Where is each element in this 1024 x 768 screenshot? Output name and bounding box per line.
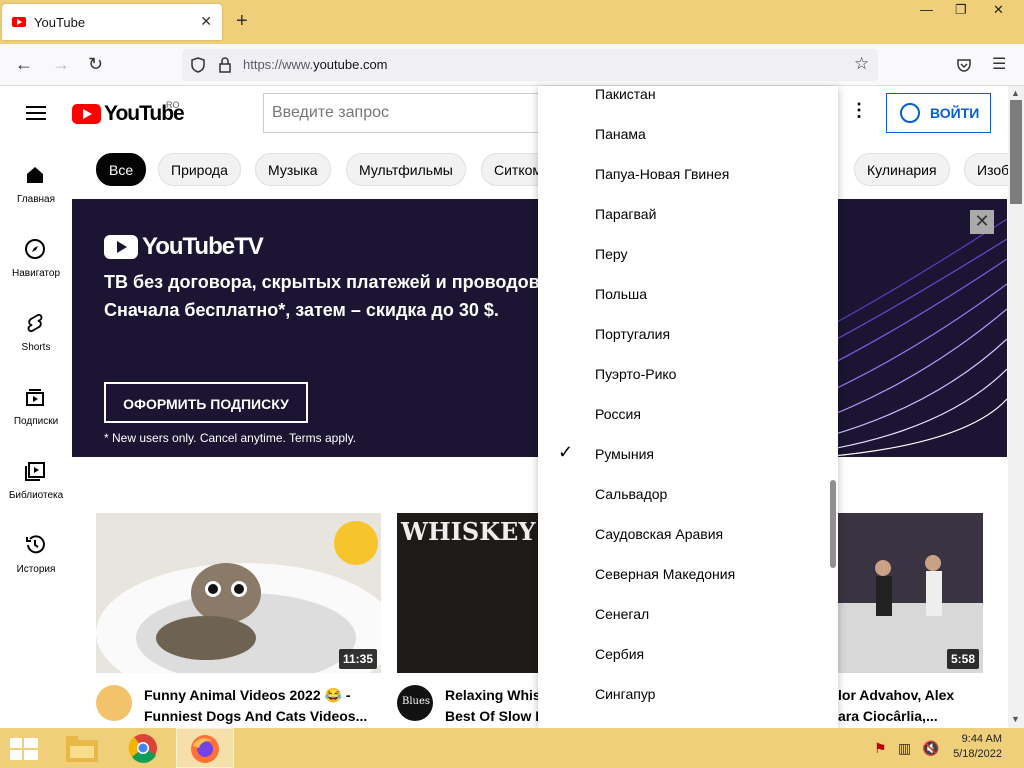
checkmark-icon: ✓ — [558, 442, 574, 462]
thumbnail-title-text: WHISKEY BLUES — [401, 517, 538, 546]
video-title-2-line-2[interactable]: Best Of Slow B — [445, 708, 545, 724]
video-thumbnail-1[interactable]: 11:35 — [96, 513, 381, 673]
firefox-taskbar-button[interactable] — [176, 728, 234, 768]
video-thumbnail-3[interactable]: 5:58 — [838, 513, 983, 673]
channel-avatar-2[interactable]: Blues — [397, 685, 433, 721]
country-option[interactable]: Сингапур — [538, 680, 828, 720]
youtube-tv-play-icon — [104, 235, 138, 259]
lock-icon[interactable] — [218, 57, 232, 73]
scrollbar-thumb[interactable] — [1010, 100, 1022, 204]
chip-nature[interactable]: Природа — [158, 153, 241, 186]
chip-cooking[interactable]: Кулинария — [854, 153, 950, 186]
country-option[interactable]: Перу — [538, 240, 828, 280]
back-arrow-icon[interactable]: ← — [15, 54, 33, 75]
account-circle-icon — [900, 103, 920, 123]
windows-taskbar: ⚑ ▥ 🔇 9:44 AM 5/18/2022 — [0, 728, 1024, 768]
video-duration-1: 11:35 — [338, 649, 377, 669]
sign-in-button[interactable]: ВОЙТИ — [886, 93, 991, 133]
country-option[interactable]: Северная Македония — [538, 560, 828, 600]
home-icon — [27, 167, 43, 183]
country-code: RO — [166, 100, 180, 110]
close-banner-icon[interactable]: ✕ — [970, 210, 994, 234]
chip-music[interactable]: Музыка — [255, 153, 331, 186]
video-title-1-line-2[interactable]: Funniest Dogs And Cats Videos... — [144, 708, 367, 724]
banner-terms: * New users only. Cancel anytime. Terms … — [104, 431, 357, 445]
scroll-up-arrow-icon[interactable]: ▲ — [1011, 88, 1020, 98]
country-option[interactable]: Панама — [538, 120, 828, 160]
browser-nav-bar: ← → ↻ https://www.youtube.com ☆ ☰ — [0, 44, 1024, 86]
system-clock[interactable]: 9:44 AM 5/18/2022 — [952, 733, 1002, 760]
new-tab-button[interactable]: + — [236, 10, 248, 33]
page-scrollbar[interactable]: ▲ ▼ — [1008, 86, 1024, 728]
close-window-button[interactable]: ✕ — [993, 2, 1004, 18]
bookmark-star-icon[interactable]: ☆ — [854, 54, 869, 74]
hamburger-menu-icon[interactable] — [26, 106, 46, 124]
close-tab-icon[interactable]: ✕ — [200, 13, 212, 30]
country-option[interactable]: Пакистан — [538, 86, 828, 120]
url-text: https://www.youtube.com — [243, 57, 388, 72]
shield-icon[interactable] — [190, 57, 206, 73]
search-box[interactable] — [263, 93, 563, 133]
tab-title: YouTube — [34, 15, 86, 30]
country-option[interactable]: Сальвадор — [538, 480, 828, 520]
chip-all[interactable]: Все — [96, 153, 147, 186]
country-option[interactable]: Пуэрто-Рико — [538, 360, 828, 400]
country-option[interactable]: Россия — [538, 400, 828, 440]
video-title-1-line-1[interactable]: Funny Animal Videos 2022 😂 - — [144, 687, 351, 704]
shorts-icon — [27, 313, 43, 333]
video-duration-3: 5:58 — [946, 649, 979, 669]
chip-more[interactable]: Изоб — [964, 153, 1008, 186]
windows-start-icon[interactable] — [10, 738, 38, 760]
country-option[interactable]: Саудовская Аравия — [538, 520, 828, 560]
chrome-icon — [128, 734, 157, 763]
minimize-window-button[interactable]: — — [920, 2, 933, 17]
chrome-taskbar-button[interactable] — [114, 728, 172, 768]
firefox-icon — [191, 735, 219, 763]
pocket-icon[interactable] — [956, 57, 972, 73]
browser-tab-bar: YouTube ✕ + — ❐ ✕ — [0, 0, 1024, 44]
country-option[interactable]: Польша — [538, 280, 828, 320]
reload-icon[interactable]: ↻ — [88, 54, 103, 75]
video-title-3-line-1[interactable]: lor Advahov, Alex — [838, 687, 954, 703]
country-dropdown[interactable]: Пакистан Панама Папуа-Новая Гвинея Параг… — [538, 86, 838, 728]
video-title-3-line-2[interactable]: ara Ciocârlia,... — [838, 708, 938, 724]
country-option[interactable]: Папуа-Новая Гвинея — [538, 160, 828, 200]
video-thumbnail-2[interactable]: WHISKEY BLUES — [397, 513, 538, 673]
network-icon[interactable]: ▥ — [898, 740, 911, 757]
channel-avatar-2-text: Blues — [402, 696, 431, 707]
compass-icon — [25, 239, 45, 259]
banner-headline-1: ТВ без договора, скрытых платежей и пров… — [104, 272, 545, 292]
scroll-down-arrow-icon[interactable]: ▼ — [1011, 714, 1020, 724]
file-explorer-taskbar-button[interactable] — [56, 728, 114, 768]
country-option-selected[interactable]: ✓ Румыния — [538, 440, 828, 480]
video-title-2-line-1[interactable]: Relaxing Whisk — [445, 687, 548, 703]
more-options-icon[interactable]: ⋮ — [850, 100, 868, 121]
library-icon — [25, 462, 45, 481]
subscribe-cta-button[interactable]: ОФОРМИТЬ ПОДПИСКУ — [104, 382, 308, 423]
action-center-flag-icon[interactable]: ⚑ — [874, 740, 887, 757]
cat-image — [96, 521, 381, 673]
address-bar[interactable]: https://www.youtube.com ☆ — [182, 49, 878, 81]
search-input[interactable] — [264, 94, 562, 132]
country-option[interactable]: Сербия — [538, 640, 828, 680]
country-option[interactable]: Сенегал — [538, 600, 828, 640]
app-menu-icon[interactable]: ☰ — [992, 54, 1006, 74]
history-icon — [26, 535, 45, 554]
forward-arrow-icon[interactable]: → — [52, 54, 70, 75]
youtube-favicon-icon — [12, 17, 26, 27]
folder-icon — [66, 736, 98, 762]
youtube-page: YouTube RO ⋮ ВОЙТИ Главная Навигатор Sho… — [0, 86, 1008, 728]
banner-headline-2: Сначала бесплатно*, затем – скидка до 30… — [104, 300, 499, 320]
maximize-window-button[interactable]: ❐ — [955, 2, 967, 18]
channel-avatar-1[interactable] — [96, 685, 132, 721]
country-option[interactable]: Португалия — [538, 320, 828, 360]
chip-cartoons[interactable]: Мультфильмы — [346, 153, 466, 186]
browser-tab[interactable]: YouTube ✕ — [2, 4, 222, 40]
volume-muted-icon[interactable]: 🔇 — [922, 740, 939, 757]
dropdown-scrollbar-thumb[interactable] — [830, 480, 836, 568]
youtube-play-logo-icon — [72, 104, 101, 124]
country-option[interactable]: Парагвай — [538, 200, 828, 240]
subscriptions-icon — [26, 389, 44, 406]
